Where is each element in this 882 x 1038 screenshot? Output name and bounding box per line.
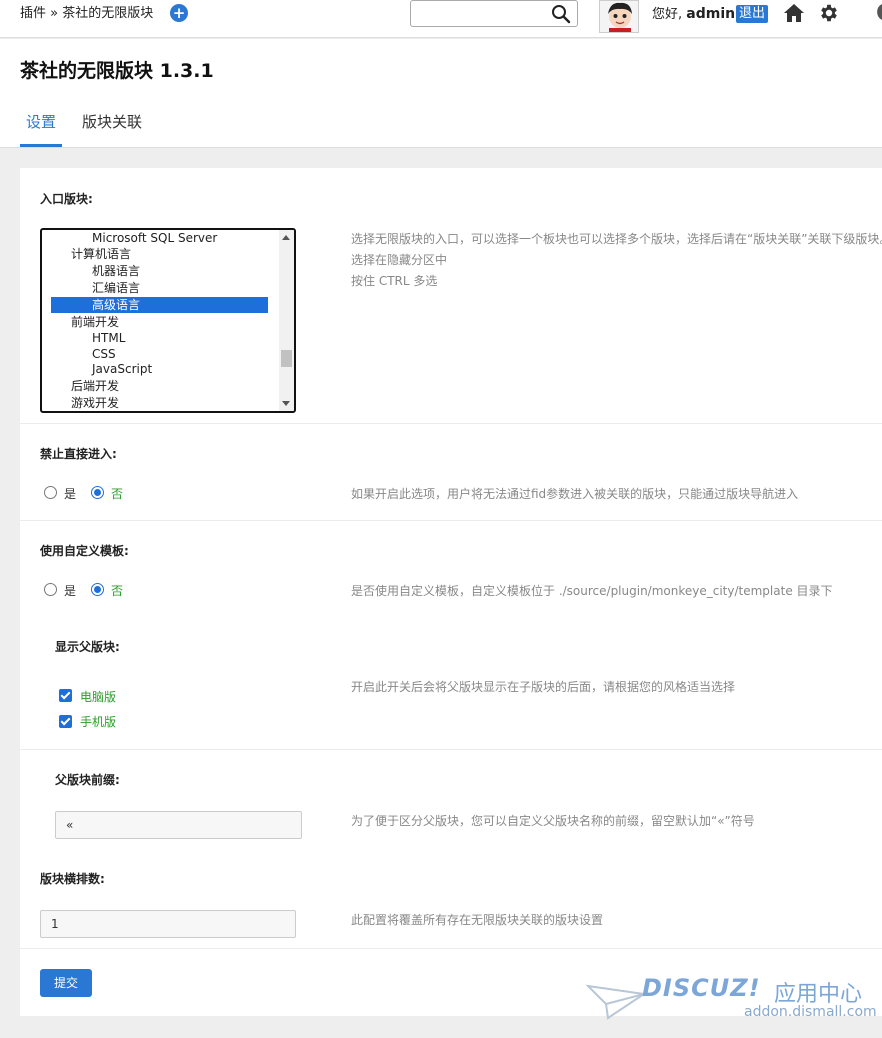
list-item[interactable]: 游戏开发 xyxy=(51,395,268,411)
list-item[interactable]: JavaScript xyxy=(51,361,268,377)
greeting: 您好, admin xyxy=(652,6,736,22)
divider xyxy=(20,423,882,424)
custom-template-no-label[interactable]: 否 xyxy=(111,582,123,599)
entry-hint-3: 按住 CTRL 多选 xyxy=(351,274,438,288)
no-direct-no-label[interactable]: 否 xyxy=(111,485,123,502)
watermark-brand: DISCUZ! xyxy=(642,974,761,1002)
parent-prefix-input[interactable]: « xyxy=(55,811,302,839)
divider xyxy=(20,749,882,750)
watermark-url: addon.dismall.com xyxy=(744,1004,877,1020)
show-parent-mobile-checkbox[interactable] xyxy=(59,715,72,728)
gear-icon[interactable] xyxy=(818,2,840,24)
list-item[interactable]: 计算机语言 xyxy=(51,246,268,262)
no-direct-label: 禁止直接进入: xyxy=(40,447,117,461)
search-icon[interactable] xyxy=(551,4,571,24)
discuz-watermark: DISCUZ! 应用中心 addon.dismall.com xyxy=(586,974,877,1024)
no-direct-yes-label[interactable]: 是 xyxy=(64,485,76,502)
scroll-down-arrow-icon[interactable] xyxy=(282,401,290,406)
custom-template-hint: 是否使用自定义模板，自定义模板位于 ./source/plugin/monkey… xyxy=(351,584,833,598)
divider xyxy=(20,948,882,949)
per-row-input[interactable]: 1 xyxy=(40,910,296,938)
list-item[interactable]: HTML xyxy=(51,330,268,346)
plus-circle-icon[interactable]: + xyxy=(170,4,188,22)
top-bar: 插件 » 茶社的无限版块 + 您好, admin 退出 xyxy=(0,0,882,38)
tab-settings[interactable]: 设置 xyxy=(26,111,56,132)
entry-forum-listbox[interactable]: Microsoft SQL Server 计算机语言 机器语言 汇编语言 高级语… xyxy=(40,228,296,413)
no-direct-yes-radio[interactable] xyxy=(44,486,57,499)
scroll-up-arrow-icon[interactable] xyxy=(282,235,290,240)
list-item[interactable]: CSS xyxy=(51,346,268,362)
scrollbar-thumb[interactable] xyxy=(281,350,292,367)
per-row-hint: 此配置将覆盖所有存在无限版块关联的版块设置 xyxy=(351,913,604,927)
username[interactable]: admin xyxy=(686,6,735,22)
list-item[interactable]: Microsoft SQL Server xyxy=(51,230,268,246)
avatar[interactable] xyxy=(599,0,639,33)
search-input[interactable] xyxy=(410,0,578,27)
entry-hint-1: 选择无限版块的入口，可以选择一个板块也可以选择多个版块，选择后请在“版块关联”关… xyxy=(351,232,882,246)
tab-forum-relations[interactable]: 版块关联 xyxy=(82,111,142,132)
show-parent-label: 显示父版块: xyxy=(55,640,120,654)
page-title: 茶社的无限版块 1.3.1 xyxy=(20,60,214,82)
list-item[interactable]: 后端开发 xyxy=(51,378,268,394)
show-parent-desktop-label[interactable]: 电脑版 xyxy=(80,688,116,705)
divider xyxy=(20,520,882,521)
logout-button[interactable]: 退出 xyxy=(736,5,769,23)
settings-panel: 入口版块: Microsoft SQL Server 计算机语言 机器语言 汇编… xyxy=(20,168,882,1016)
submit-button[interactable]: 提交 xyxy=(40,969,92,997)
list-item[interactable]: 机器语言 xyxy=(51,263,268,279)
list-item[interactable]: 前端开发 xyxy=(51,314,268,330)
page-header: 茶社的无限版块 1.3.1 设置 版块关联 xyxy=(0,39,882,148)
active-tab-indicator xyxy=(20,144,62,147)
paper-plane-icon xyxy=(586,984,646,1020)
list-item[interactable]: 汇编语言 xyxy=(51,280,268,296)
parent-prefix-label: 父版块前缀: xyxy=(55,773,120,787)
home-icon[interactable] xyxy=(783,3,805,23)
custom-template-yes-label[interactable]: 是 xyxy=(64,582,76,599)
entry-forum-label: 入口版块: xyxy=(40,192,93,206)
custom-template-no-radio[interactable] xyxy=(91,583,104,596)
list-item-selected[interactable]: 高级语言 xyxy=(51,297,268,313)
per-row-label: 版块横排数: xyxy=(40,872,105,886)
entry-hint-2: 选择在隐藏分区中 xyxy=(351,253,448,267)
custom-template-label: 使用自定义模板: xyxy=(40,544,129,558)
show-parent-mobile-label[interactable]: 手机版 xyxy=(80,713,116,730)
moon-icon[interactable] xyxy=(870,2,882,22)
no-direct-no-radio[interactable] xyxy=(91,486,104,499)
no-direct-hint: 如果开启此选项，用户将无法通过fid参数进入被关联的版块，只能通过版块导航进入 xyxy=(351,487,799,501)
parent-prefix-hint: 为了便于区分父版块，您可以自定义父版块名称的前缀，留空默认加“«”符号 xyxy=(351,814,755,828)
show-parent-hint: 开启此开关后会将父版块显示在子版块的后面，请根据您的风格适当选择 xyxy=(351,680,736,694)
listbox-scrollbar[interactable] xyxy=(279,230,294,411)
show-parent-desktop-checkbox[interactable] xyxy=(59,689,72,702)
breadcrumb[interactable]: 插件 » 茶社的无限版块 xyxy=(20,5,153,23)
custom-template-yes-radio[interactable] xyxy=(44,583,57,596)
